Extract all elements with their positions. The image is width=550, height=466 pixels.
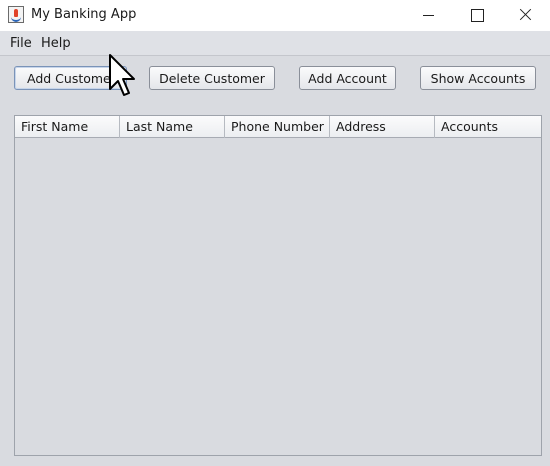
title-bar[interactable]: My Banking App <box>0 0 550 31</box>
arrow-cursor-icon <box>109 54 135 96</box>
close-button[interactable] <box>503 0 549 31</box>
minimize-button[interactable] <box>406 0 452 31</box>
add-account-button[interactable]: Add Account <box>299 66 396 90</box>
menu-file[interactable]: File <box>10 36 32 51</box>
java-icon <box>8 6 24 23</box>
maximize-button[interactable] <box>454 0 500 31</box>
column-header-accounts[interactable]: Accounts <box>435 116 541 138</box>
column-header-phone-number[interactable]: Phone Number <box>225 116 330 138</box>
window-title: My Banking App <box>31 7 137 22</box>
column-header-first-name[interactable]: First Name <box>15 116 120 138</box>
app-window: My Banking App File Help Add Custome Del… <box>0 0 550 466</box>
show-accounts-button[interactable]: Show Accounts <box>420 66 536 90</box>
customer-table[interactable]: First Name Last Name Phone Number Addres… <box>14 115 542 456</box>
table-header: First Name Last Name Phone Number Addres… <box>15 116 541 138</box>
delete-customer-button[interactable]: Delete Customer <box>149 66 275 90</box>
menu-help[interactable]: Help <box>41 36 71 51</box>
menu-bar: File Help <box>0 31 550 56</box>
column-header-last-name[interactable]: Last Name <box>120 116 225 138</box>
table-body[interactable] <box>15 139 541 455</box>
column-header-address[interactable]: Address <box>330 116 435 138</box>
